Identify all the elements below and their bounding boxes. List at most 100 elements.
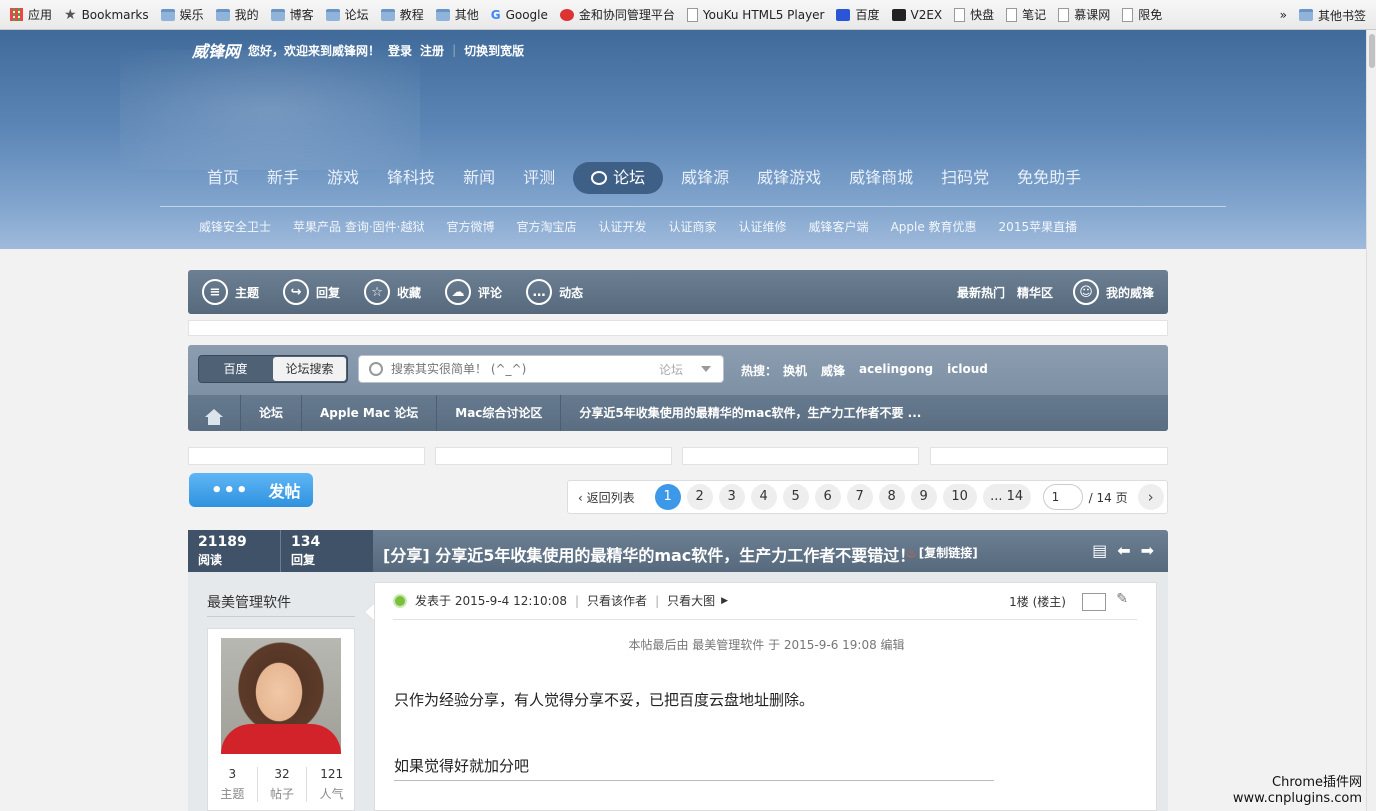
author-name[interactable]: 最美管理软件	[207, 592, 291, 612]
pen-icon[interactable]: ✎	[1116, 591, 1128, 607]
sub-nav-item[interactable]: 2015苹果直播	[999, 218, 1078, 235]
bookmark-item[interactable]: 笔记	[1000, 4, 1052, 26]
bookmark-item[interactable]: YouKu HTML5 Player	[681, 4, 831, 26]
nav-item[interactable]: 评测	[513, 162, 565, 194]
register-link[interactable]: 注册	[420, 42, 444, 59]
home-icon[interactable]	[188, 395, 240, 431]
sub-nav-item[interactable]: 官方微博	[446, 218, 494, 235]
page-button[interactable]: ... 14	[982, 484, 1031, 510]
search-icon[interactable]	[369, 362, 383, 376]
site-logo[interactable]: 威锋网	[192, 38, 240, 62]
switch-wide-link[interactable]: 切换到宽版	[464, 42, 524, 59]
hot-search-term[interactable]: 换机	[783, 362, 807, 379]
my-weifeng-button[interactable]: ☺ 我的威锋	[1072, 279, 1154, 305]
scroll-thumb[interactable]	[1369, 34, 1375, 68]
bookmark-item[interactable]: 百度	[830, 4, 885, 26]
toolbar-replies-button[interactable]: ↪ 回复	[283, 279, 340, 305]
nav-item[interactable]: 游戏	[317, 162, 369, 194]
avatar[interactable]	[221, 638, 341, 754]
page-button[interactable]: 5	[782, 484, 809, 510]
nav-item[interactable]: 威锋源	[671, 162, 739, 194]
breadcrumb-item[interactable]: 分享近5年收集使用的最精华的mac软件，生产力工作者不要 ...	[560, 395, 939, 431]
sub-nav-item[interactable]: 认证维修	[739, 218, 787, 235]
page-button[interactable]: 1	[654, 484, 681, 510]
bookmark-item[interactable]: 快盘	[948, 4, 1000, 26]
bookmark-item[interactable]: 论坛	[320, 4, 375, 26]
breadcrumb-item[interactable]: Mac综合讨论区	[436, 395, 560, 431]
bookmark-item[interactable]: ★ Bookmarks	[58, 4, 155, 26]
floor-jump-input[interactable]	[1082, 593, 1106, 611]
bookmark-item[interactable]: 我的	[210, 4, 265, 26]
page-button[interactable]: 7	[846, 484, 873, 510]
sub-nav-item[interactable]: 官方淘宝店	[516, 218, 576, 235]
bookmark-item[interactable]: 教程	[375, 4, 430, 26]
bookmarks-overflow-button[interactable]: »	[1274, 4, 1293, 26]
engine-forum[interactable]: 论坛搜索	[273, 357, 346, 381]
prev-thread-icon[interactable]: ⬅	[1117, 541, 1130, 560]
bookmark-item[interactable]: 博客	[265, 4, 320, 26]
sub-nav-item[interactable]: 苹果产品 查询·固件·越狱	[293, 218, 424, 235]
hot-search-term[interactable]: icloud	[947, 362, 988, 379]
back-to-list-link[interactable]: ‹ 返回列表	[578, 489, 635, 506]
only-author-link[interactable]: 只看该作者	[587, 592, 647, 609]
toolbar-activity-button[interactable]: … 动态	[526, 279, 583, 305]
nav-item[interactable]: 威锋商城	[839, 162, 923, 194]
scrollbar[interactable]	[1366, 30, 1376, 811]
toolbar-topics-button[interactable]: ≡ 主题	[202, 279, 259, 305]
bookmark-item[interactable]: 娱乐	[155, 4, 210, 26]
sub-nav-item[interactable]: 认证开发	[599, 218, 647, 235]
other-bookmarks[interactable]: 其他书签	[1293, 4, 1372, 26]
page-jump-input[interactable]: 1	[1042, 484, 1083, 510]
toolbar-favorites-button[interactable]: ☆ 收藏	[364, 279, 421, 305]
login-link[interactable]: 登录	[388, 42, 412, 59]
print-icon[interactable]: ▤	[1092, 541, 1107, 560]
new-post-button[interactable]: ••• 发帖	[189, 473, 313, 507]
search-input[interactable]	[391, 362, 651, 376]
page-button[interactable]: 4	[750, 484, 777, 510]
digest-link[interactable]: 精华区	[1017, 284, 1053, 301]
author-stat[interactable]: 32 帖子	[256, 767, 307, 802]
nav-item[interactable]: 威锋游戏	[747, 162, 831, 194]
sub-nav-item[interactable]: Apple 教育优惠	[891, 218, 977, 235]
search-scope[interactable]: 论坛	[659, 361, 683, 378]
bookmark-item[interactable]: 金和协同管理平台	[554, 4, 681, 26]
page-button[interactable]: 10	[942, 484, 977, 510]
page-button[interactable]: 3	[718, 484, 745, 510]
nav-item[interactable]: 扫码党	[931, 162, 999, 194]
sub-nav-item[interactable]: 认证商家	[669, 218, 717, 235]
bookmark-item[interactable]: 其他	[430, 4, 485, 26]
toolbar-comments-button[interactable]: ☁ 评论	[445, 279, 502, 305]
bookmark-item[interactable]: 慕课网	[1052, 4, 1116, 26]
nav-item[interactable]: 新手	[257, 162, 309, 194]
big-image-link[interactable]: 只看大图	[667, 592, 715, 609]
engine-baidu[interactable]: 百度	[199, 356, 272, 382]
nav-item[interactable]: 免免助手	[1007, 162, 1091, 194]
nav-item[interactable]: 首页	[197, 162, 249, 194]
chevron-down-icon[interactable]	[701, 366, 712, 372]
page-button[interactable]: 8	[878, 484, 905, 510]
next-thread-icon[interactable]: ➡	[1141, 541, 1154, 560]
bookmark-item[interactable]: 应用	[4, 4, 58, 26]
page-button[interactable]: 6	[814, 484, 841, 510]
bookmark-item[interactable]: 限免	[1116, 4, 1168, 26]
author-stat[interactable]: 121 人气	[306, 767, 356, 802]
nav-item[interactable]: 论坛	[573, 162, 664, 194]
sub-nav-item[interactable]: 威锋客户端	[809, 218, 869, 235]
star-icon: ☆	[364, 279, 391, 305]
nav-item[interactable]: 锋科技	[377, 162, 445, 194]
copy-link[interactable]: ♨ [复制链接]	[906, 544, 978, 561]
next-page-icon[interactable]: ›	[1137, 484, 1164, 510]
page-button[interactable]: 9	[910, 484, 937, 510]
sub-nav-item[interactable]: 威锋安全卫士	[199, 218, 271, 235]
triangle-right-icon[interactable]: ▶	[721, 596, 728, 606]
nav-item[interactable]: 新闻	[453, 162, 505, 194]
breadcrumb-item[interactable]: Apple Mac 论坛	[301, 395, 436, 431]
hot-search-term[interactable]: acelingong	[859, 362, 933, 379]
hot-link[interactable]: 最新热门	[957, 284, 1005, 301]
bookmark-item[interactable]: G Google	[485, 4, 554, 26]
hot-search-term[interactable]: 威锋	[821, 362, 845, 379]
author-stat[interactable]: 3 主题	[208, 767, 257, 802]
page-button[interactable]: 2	[686, 484, 713, 510]
breadcrumb-item[interactable]: 论坛	[240, 395, 301, 431]
bookmark-item[interactable]: V2EX	[886, 4, 949, 26]
